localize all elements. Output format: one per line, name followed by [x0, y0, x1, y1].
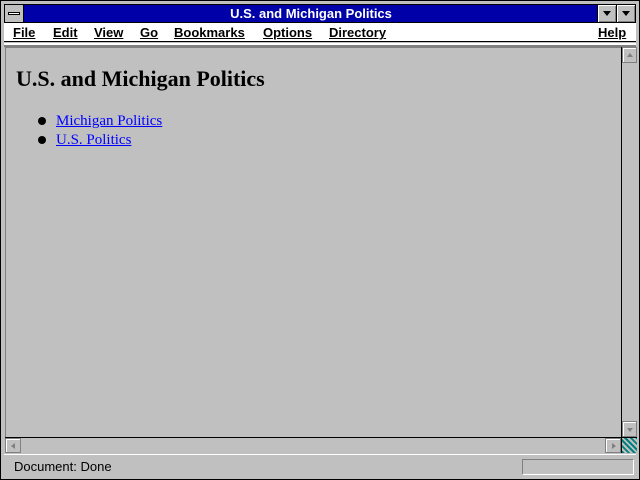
- system-menu-icon: [8, 12, 20, 15]
- menu-bar: File Edit View Go Bookmarks Options Dire…: [4, 23, 636, 42]
- menu-help[interactable]: Help: [598, 24, 626, 41]
- menu-view[interactable]: View: [94, 24, 123, 41]
- maximize-icon: [622, 11, 630, 16]
- menu-file[interactable]: File: [13, 24, 35, 41]
- bullet-icon: [38, 136, 46, 144]
- resize-grip-icon[interactable]: [621, 437, 637, 453]
- horizontal-scrollbar[interactable]: [5, 437, 621, 453]
- maximize-button[interactable]: [616, 5, 635, 22]
- window-title: U.S. and Michigan Politics: [230, 6, 392, 21]
- status-bar: Document: Done: [4, 454, 636, 478]
- scroll-up-button[interactable]: [622, 47, 637, 63]
- system-menu-button[interactable]: [5, 5, 24, 22]
- arrow-right-icon: [612, 443, 616, 449]
- arrow-up-icon: [627, 53, 633, 57]
- arrow-left-icon: [11, 443, 15, 449]
- vertical-scroll-track[interactable]: [622, 63, 637, 421]
- progress-indicator: [522, 459, 634, 475]
- menu-edit[interactable]: Edit: [53, 24, 78, 41]
- menu-options[interactable]: Options: [263, 24, 312, 41]
- menu-bookmarks[interactable]: Bookmarks: [174, 24, 245, 41]
- bullet-icon: [38, 117, 46, 125]
- menu-go[interactable]: Go: [140, 24, 158, 41]
- page-title: U.S. and Michigan Politics: [16, 66, 265, 91]
- vertical-scrollbar[interactable]: [621, 47, 637, 437]
- scroll-left-button[interactable]: [5, 438, 21, 453]
- link-list: Michigan Politics U.S. Politics: [36, 112, 162, 150]
- link-us-politics[interactable]: U.S. Politics: [56, 132, 131, 148]
- status-text: Document: Done: [14, 459, 112, 474]
- list-item: Michigan Politics: [36, 112, 162, 131]
- scroll-right-button[interactable]: [605, 438, 621, 453]
- arrow-down-icon: [627, 428, 633, 432]
- list-item: U.S. Politics: [36, 131, 162, 150]
- document-content: U.S. and Michigan Politics Michigan Poli…: [5, 47, 621, 437]
- menu-directory[interactable]: Directory: [329, 24, 386, 41]
- title-bar[interactable]: U.S. and Michigan Politics: [4, 4, 636, 23]
- horizontal-scroll-track[interactable]: [21, 438, 605, 453]
- minimize-button[interactable]: [597, 5, 616, 22]
- link-michigan-politics[interactable]: Michigan Politics: [56, 113, 162, 129]
- minimize-icon: [603, 11, 611, 16]
- scroll-down-button[interactable]: [622, 421, 637, 437]
- browser-window: U.S. and Michigan Politics File Edit Vie…: [0, 0, 640, 480]
